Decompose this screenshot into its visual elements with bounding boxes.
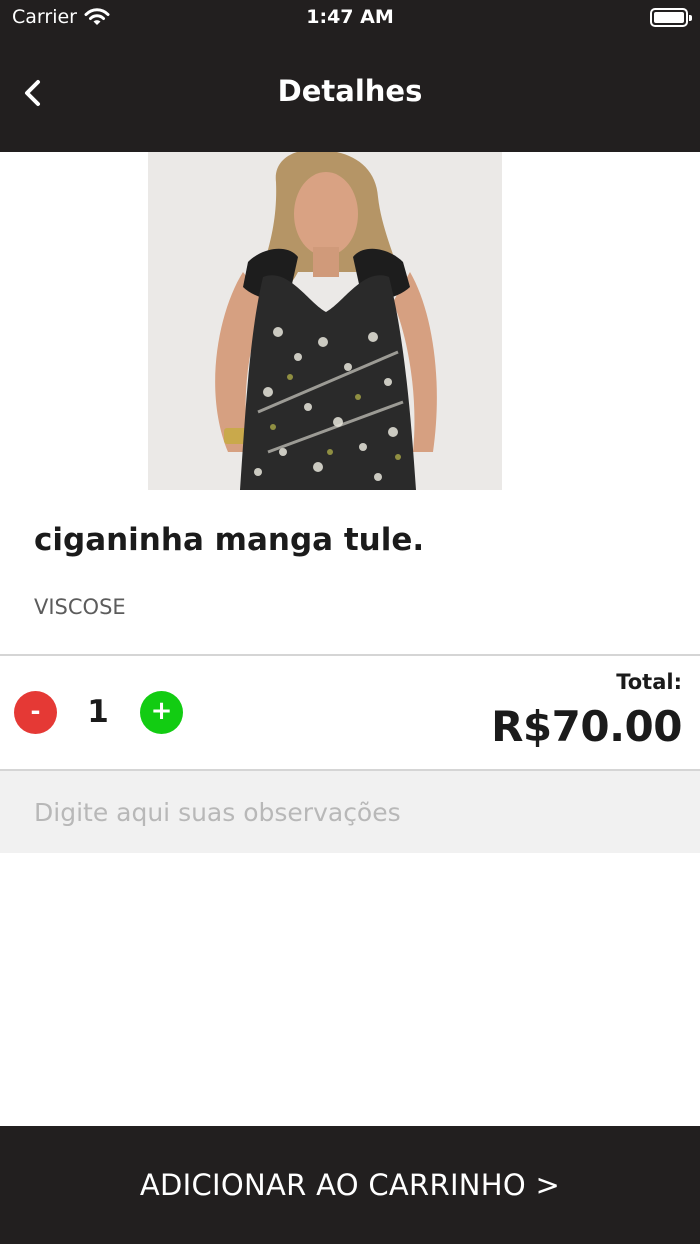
product-name: ciganinha manga tule. [34,522,425,558]
decrease-quantity-button[interactable]: - [14,691,57,734]
product-material: VISCOSE [34,595,126,619]
product-image [148,152,502,490]
quantity-value: 1 [87,694,109,730]
total-label: Total: [616,670,682,694]
page-title: Detalhes [277,74,423,108]
navigation-header: Carrier 1:47 AM Detalhes [0,0,700,152]
add-to-cart-button[interactable]: ADICIONAR AO CARRINHO > [0,1126,700,1244]
increase-quantity-button[interactable]: + [140,691,183,734]
clock: 1:47 AM [306,6,394,28]
total-value: R$70.00 [491,702,682,751]
observations-area [0,771,700,853]
battery-icon [650,8,692,27]
observations-input[interactable] [0,771,700,853]
status-bar: Carrier 1:47 AM [0,0,700,36]
quantity-row: - 1 + Total: R$70.00 [0,656,700,769]
